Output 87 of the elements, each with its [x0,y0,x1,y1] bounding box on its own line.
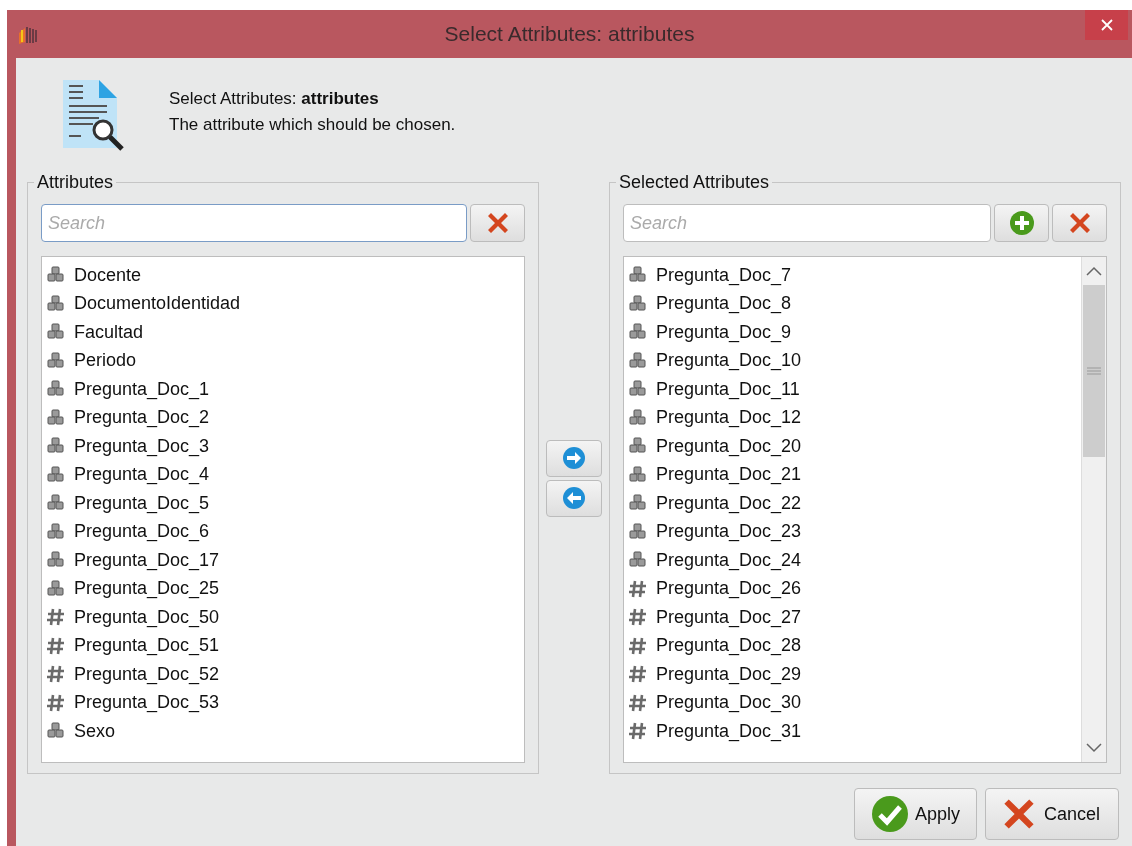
cubes-icon [628,551,648,570]
scrollbar[interactable] [1081,257,1106,762]
add-button[interactable] [994,204,1049,242]
cubes-icon [628,323,648,342]
dialog-heading: Select Attributes: attributes [169,88,380,110]
cubes-icon [46,494,66,513]
attribute-item[interactable]: Pregunta_Doc_24 [628,546,1077,575]
attribute-item[interactable]: Pregunta_Doc_26 [628,574,1077,603]
checkmark-icon [870,795,909,833]
attribute-item[interactable]: Pregunta_Doc_50 [46,603,520,632]
hash-icon [46,692,66,713]
hash-icon [628,664,648,685]
attribute-item[interactable]: Pregunta_Doc_27 [628,603,1077,632]
cubes-icon [46,551,66,570]
scroll-thumb-grip-icon[interactable] [1087,367,1101,375]
hash-icon [46,607,66,628]
cubes-icon [46,522,66,541]
attribute-item[interactable]: Pregunta_Doc_31 [628,717,1077,746]
apply-button[interactable]: Apply [853,788,977,840]
cubes-icon [46,437,66,456]
dialog-description: The attribute which should be chosen. [169,114,456,136]
move-right-button[interactable] [546,439,602,477]
attribute-item[interactable]: Pregunta_Doc_6 [46,517,520,546]
attribute-item[interactable]: Pregunta_Doc_25 [46,574,520,603]
attribute-item[interactable]: Pregunta_Doc_28 [628,631,1077,660]
attribute-item[interactable]: Pregunta_Doc_4 [46,460,520,489]
attribute-item[interactable]: Pregunta_Doc_22 [628,489,1077,518]
cubes-icon [628,522,648,541]
attribute-item[interactable]: Pregunta_Doc_2 [46,403,520,432]
attribute-item[interactable]: Periodo [46,346,520,375]
cubes-icon [46,722,66,741]
attribute-item[interactable]: Pregunta_Doc_8 [628,289,1077,318]
clear-button[interactable] [1052,204,1107,242]
close-icon [1100,19,1113,31]
attribute-item[interactable]: Pregunta_Doc_53 [46,688,520,717]
cubes-icon [628,380,648,399]
cubes-icon [46,351,66,370]
attribute-item[interactable]: Pregunta_Doc_17 [46,546,520,575]
cubes-icon [46,465,66,484]
cubes-icon [46,380,66,399]
attribute-item[interactable]: Pregunta_Doc_30 [628,688,1077,717]
cubes-icon [628,494,648,513]
add-icon [1008,210,1035,236]
hash-icon [628,721,648,742]
app-logo-icon [16,24,38,46]
close-button[interactable] [1085,10,1128,40]
attribute-item[interactable]: Pregunta_Doc_52 [46,660,520,689]
hash-icon [628,607,648,628]
attribute-item[interactable]: Pregunta_Doc_7 [628,261,1077,290]
hash-icon [46,635,66,656]
attribute-item[interactable]: Pregunta_Doc_29 [628,660,1077,689]
attribute-item[interactable]: Pregunta_Doc_5 [46,489,520,518]
window-title: Select Attributes: attributes [444,22,695,46]
search-field[interactable]: Search [41,204,467,242]
cubes-icon [46,408,66,427]
cubes-icon [628,294,648,313]
hash-icon [628,578,648,599]
cubes-icon [46,579,66,598]
attribute-item[interactable]: Pregunta_Doc_21 [628,460,1077,489]
attribute-item[interactable]: Pregunta_Doc_51 [46,631,520,660]
attribute-item[interactable]: Facultad [46,318,520,347]
attribute-item[interactable]: Pregunta_Doc_10 [628,346,1077,375]
cubes-icon [46,266,66,285]
hash-icon [46,664,66,685]
attribute-item[interactable]: Pregunta_Doc_11 [628,375,1077,404]
hash-icon [628,692,648,713]
cubes-icon [46,323,66,342]
attribute-item[interactable]: Pregunta_Doc_1 [46,375,520,404]
cubes-icon [628,437,648,456]
cubes-icon [628,266,648,285]
attribute-item[interactable]: Pregunta_Doc_12 [628,403,1077,432]
attribute-item[interactable]: Sexo [46,717,520,746]
attribute-item[interactable]: Pregunta_Doc_9 [628,318,1077,347]
cubes-icon [628,408,648,427]
cubes-icon [628,465,648,484]
attribute-item[interactable]: Pregunta_Doc_20 [628,432,1077,461]
attribute-item[interactable]: Pregunta_Doc_3 [46,432,520,461]
move-left-button[interactable] [546,479,602,517]
clear-button[interactable] [470,204,525,242]
attribute-item[interactable]: Pregunta_Doc_23 [628,517,1077,546]
hash-icon [628,635,648,656]
cubes-icon [628,351,648,370]
cancel-button[interactable]: Cancel [984,788,1119,840]
cubes-icon [46,294,66,313]
attribute-item[interactable]: Docente [46,261,520,290]
search-field[interactable]: Search [623,204,991,242]
attribute-item[interactable]: DocumentoIdentidad [46,289,520,318]
